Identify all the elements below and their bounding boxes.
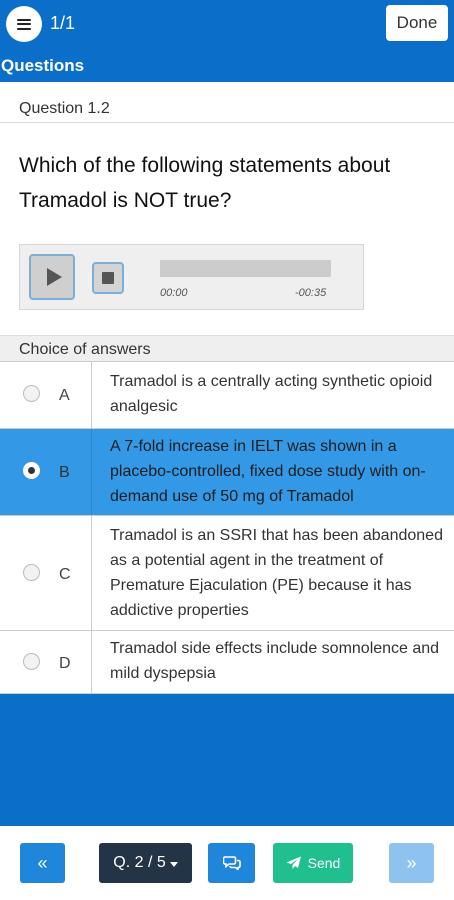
question-text: Which of the following statements about … (19, 154, 391, 212)
answer-text: Tramadol side effects include somnolence… (110, 640, 440, 682)
answer-text: A 7-fold increase in IELT was shown in a… (110, 438, 426, 505)
radio-selected-dot (28, 467, 35, 474)
cell-divider (91, 362, 92, 428)
caret-down-icon (169, 861, 178, 867)
answer-letter: A (59, 387, 70, 404)
page-counter: 1/1 (50, 13, 76, 33)
play-button[interactable] (29, 254, 75, 300)
menu-button[interactable] (6, 6, 42, 42)
answer-letter: C (59, 566, 71, 583)
question-panel: Question 1.2 Which of the following stat… (0, 82, 454, 694)
divider (0, 122, 454, 123)
answer-option-c[interactable]: C Tramadol is an SSRI that has been aban… (0, 516, 454, 631)
send-button[interactable]: Send (273, 843, 353, 883)
radio-button[interactable] (23, 653, 40, 670)
next-button[interactable]: » (389, 843, 434, 883)
radio-button[interactable] (23, 564, 40, 581)
audio-player: 00:00 -00:35 (19, 244, 364, 310)
answer-option-a[interactable]: A Tramadol is a centrally acting synthet… (0, 362, 454, 429)
answer-option-d[interactable]: D Tramadol side effects include somnolen… (0, 631, 454, 694)
answer-text: Tramadol is a centrally acting synthetic… (110, 373, 433, 415)
current-time: 00:00 (160, 287, 188, 299)
question-number: Question 1.2 (19, 100, 110, 117)
radio-button[interactable] (23, 385, 40, 402)
answer-letter: B (59, 464, 70, 481)
answer-option-b[interactable]: B A 7-fold increase in IELT was shown in… (0, 429, 454, 516)
cell-divider (91, 631, 92, 693)
bottom-navigation: « Q. 2 / 5 Send » (0, 826, 454, 900)
top-bar: 1/1 Done Questions (0, 0, 454, 82)
play-icon (46, 268, 62, 286)
stop-button[interactable] (92, 262, 124, 294)
answer-text: Tramadol is an SSRI that has been abando… (110, 527, 443, 619)
comments-icon (222, 856, 241, 870)
answer-list: A Tramadol is a centrally acting synthet… (0, 361, 454, 694)
question-selector-label: Q. 2 / 5 (113, 854, 166, 871)
answer-letter: D (59, 655, 71, 672)
stop-icon (102, 272, 114, 284)
send-label: Send (307, 855, 341, 871)
choices-header-label: Choice of answers (19, 341, 151, 358)
previous-button[interactable]: « (20, 843, 65, 883)
done-button[interactable]: Done (386, 5, 448, 41)
remaining-time: -00:35 (295, 287, 327, 299)
question-selector-button[interactable]: Q. 2 / 5 (99, 843, 192, 883)
hamburger-icon (17, 18, 31, 30)
cell-divider (91, 516, 92, 630)
section-title: Questions (1, 56, 85, 75)
paper-plane-icon (286, 856, 301, 869)
choices-header: Choice of answers (0, 335, 454, 361)
comment-button[interactable] (208, 843, 255, 883)
seek-bar[interactable] (160, 260, 331, 277)
cell-divider (91, 429, 92, 515)
radio-button-selected[interactable] (23, 462, 40, 479)
